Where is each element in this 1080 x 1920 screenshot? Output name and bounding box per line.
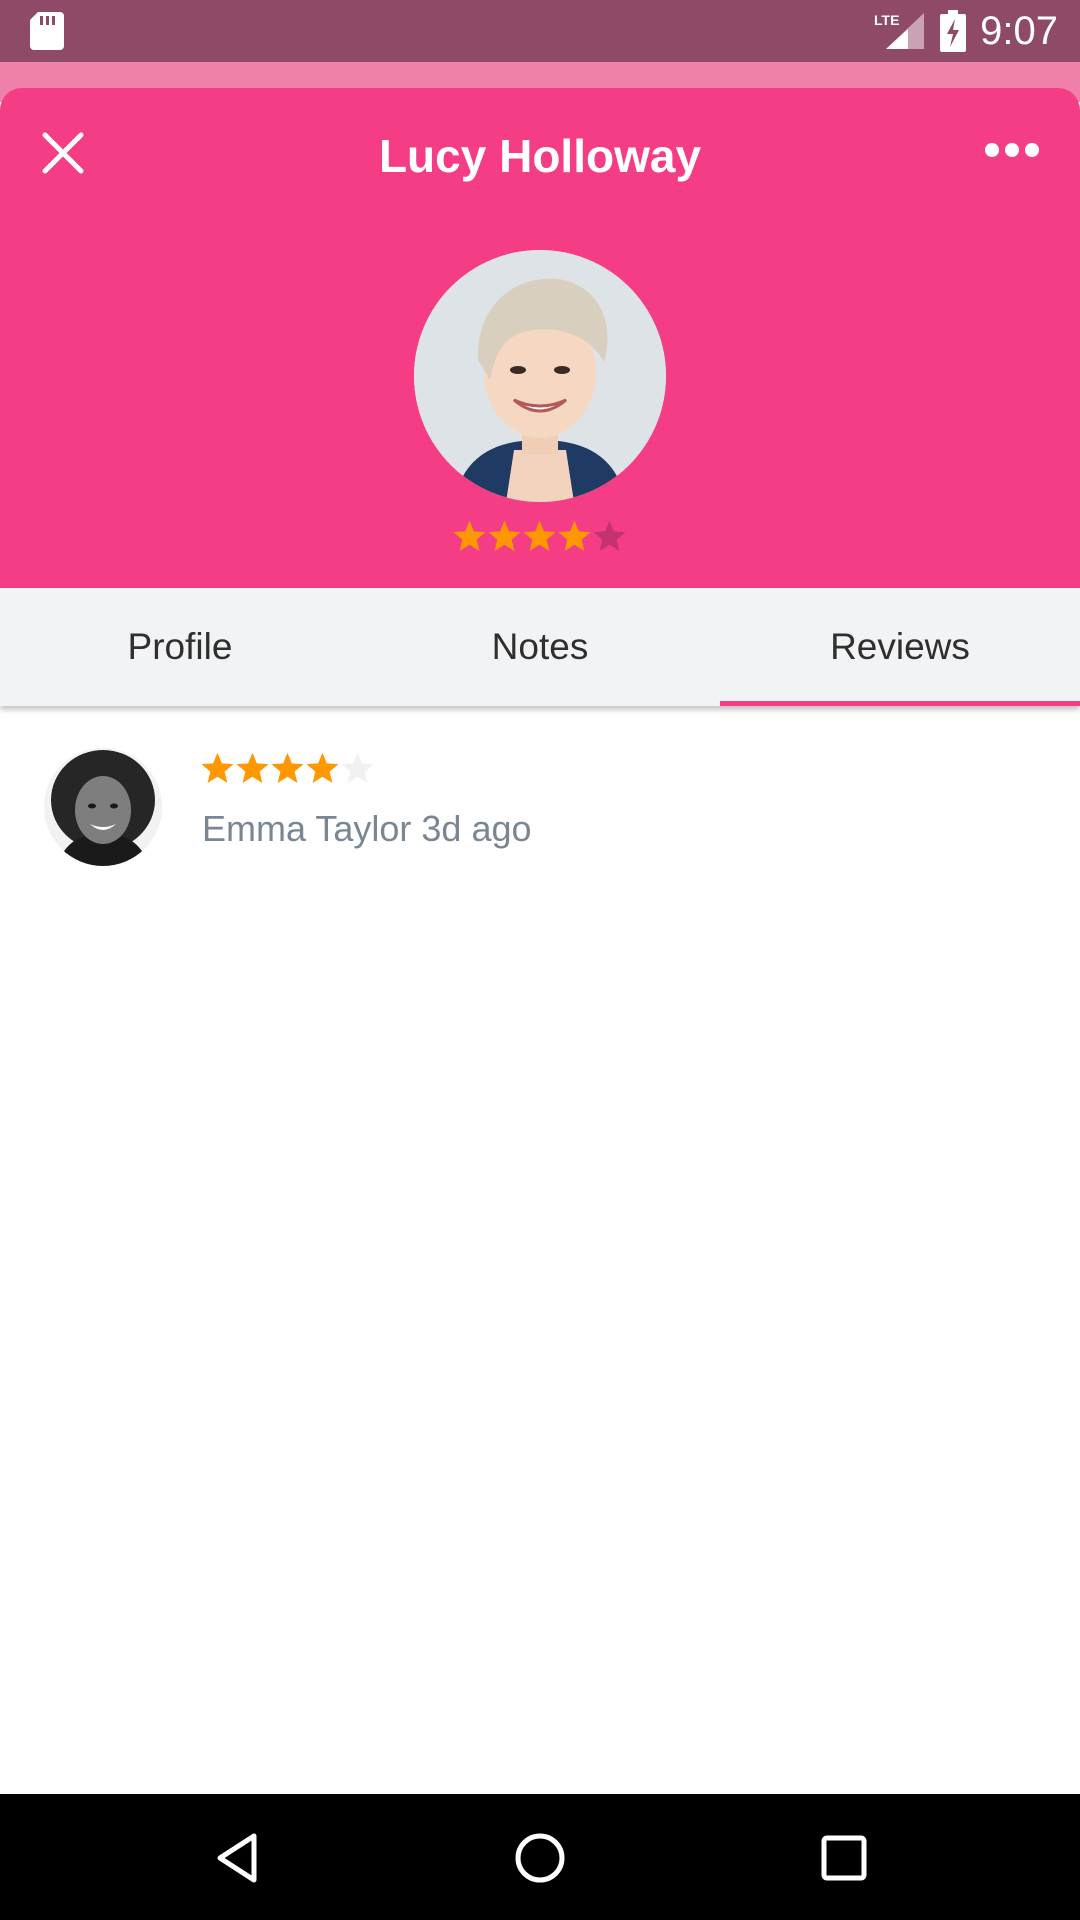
- navigation-bar: [0, 1794, 1080, 1920]
- review-rating: [200, 750, 375, 786]
- svg-text:LTE: LTE: [874, 12, 899, 28]
- back-icon[interactable]: [210, 1830, 266, 1886]
- tab-reviews[interactable]: Reviews: [720, 588, 1080, 706]
- star-filled-icon: [201, 752, 234, 784]
- tab-profile[interactable]: Profile: [0, 588, 360, 706]
- star-filled-icon: [306, 752, 339, 784]
- star-empty-icon: [593, 520, 626, 552]
- sd-card-icon: [30, 12, 64, 50]
- list-item[interactable]: Emma Taylor 3d ago: [0, 740, 1080, 870]
- avatar: [414, 250, 666, 502]
- profile-rating: [452, 518, 627, 558]
- signal-icon: LTE: [874, 12, 925, 49]
- more-horizontal-icon[interactable]: [984, 140, 1040, 160]
- home-icon[interactable]: [512, 1830, 568, 1886]
- recents-icon[interactable]: [816, 1830, 872, 1886]
- star-filled-icon: [271, 752, 304, 784]
- review-author: Emma Taylor: [202, 808, 412, 849]
- status-bar: LTE 9:07: [0, 0, 1080, 62]
- star-filled-icon: [488, 520, 521, 552]
- star-filled-icon: [453, 520, 486, 552]
- star-filled-icon: [236, 752, 269, 784]
- battery-charging-icon: [940, 10, 967, 52]
- review-meta: Emma Taylor 3d ago: [202, 808, 532, 850]
- page-title: Lucy Holloway: [378, 130, 702, 182]
- star-filled-icon: [523, 520, 556, 552]
- review-time: 3d ago: [421, 808, 532, 849]
- tab-bar: Profile Notes Reviews: [0, 588, 1080, 706]
- avatar: [44, 748, 162, 866]
- status-time: 9:07: [980, 8, 1058, 53]
- star-empty-icon: [341, 752, 374, 784]
- star-filled-icon: [558, 520, 591, 552]
- tab-notes[interactable]: Notes: [360, 588, 720, 706]
